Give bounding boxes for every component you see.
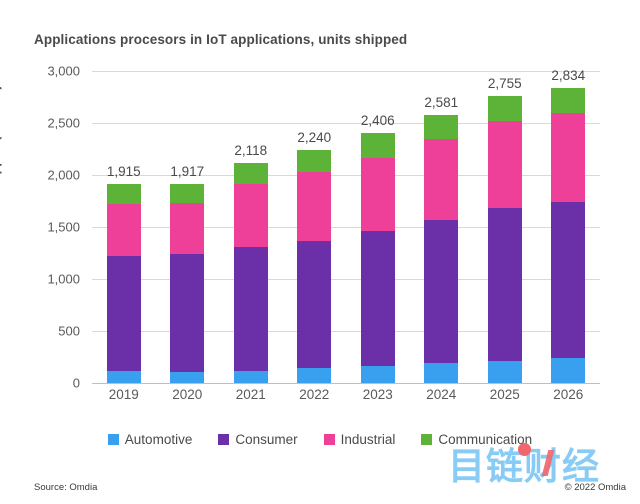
- gridline: [92, 383, 600, 384]
- x-axis-tick-label: 2022: [299, 387, 330, 402]
- legend-label: Communication: [438, 432, 533, 447]
- legend-swatch-icon: [107, 434, 119, 445]
- x-axis-tick-label: 2024: [426, 387, 457, 402]
- bar-total-label: 2,406: [360, 112, 395, 128]
- bar-segment-industrial[interactable]: [170, 203, 205, 254]
- bar-segment-consumer[interactable]: [297, 241, 332, 369]
- bar-total-label: 2,755: [487, 76, 522, 92]
- y-axis-tick-label: 0: [72, 375, 80, 391]
- x-axis-tick-label: 2025: [489, 387, 520, 402]
- x-axis-tick-label: 2020: [172, 387, 203, 402]
- chart-container: Applications procesors in IoT applicatio…: [0, 0, 640, 504]
- legend-label: Industrial: [340, 432, 396, 447]
- bar-segment-automotive[interactable]: [106, 370, 141, 383]
- bar-segment-industrial[interactable]: [360, 157, 395, 231]
- bar-segment-automotive[interactable]: [233, 371, 268, 383]
- legend-swatch-icon: [218, 434, 230, 445]
- x-axis-tick-label: 2021: [235, 387, 266, 402]
- source-note: Source: Omdia: [34, 482, 98, 493]
- copyright-note: © 2022 Omdia: [564, 482, 626, 493]
- y-axis-tick-label: 3,000: [47, 63, 80, 79]
- stacked-bar[interactable]: [487, 96, 522, 383]
- bar-column[interactable]: 2,406 2023: [346, 71, 410, 402]
- legend-label: Consumer: [235, 432, 298, 447]
- bar-segment-consumer[interactable]: [487, 208, 522, 361]
- bar-segment-industrial[interactable]: [233, 183, 268, 248]
- bar-segment-communication[interactable]: [551, 88, 586, 114]
- bar-segment-consumer[interactable]: [551, 202, 586, 359]
- bar-total-label: 2,581: [424, 94, 459, 110]
- bar-segment-consumer[interactable]: [360, 230, 395, 366]
- bar-series-group: 1,915 2019 1,917 2020 2,118 2021 2,240 2022 2,40…: [92, 68, 601, 402]
- x-axis-tick-label: 2019: [108, 387, 139, 402]
- bar-segment-consumer[interactable]: [424, 220, 459, 364]
- stacked-bar[interactable]: [170, 183, 205, 383]
- chart-title: Applications procesors in IoT applicatio…: [34, 32, 408, 47]
- stacked-bar[interactable]: [551, 88, 586, 383]
- stacked-bar[interactable]: [233, 162, 268, 383]
- bar-segment-automotive[interactable]: [360, 365, 395, 383]
- bar-segment-communication[interactable]: [360, 132, 395, 158]
- bar-segment-automotive[interactable]: [170, 371, 205, 383]
- bar-column[interactable]: 2,118 2021: [219, 71, 283, 402]
- legend-swatch-icon: [323, 434, 335, 445]
- bar-segment-automotive[interactable]: [297, 368, 332, 383]
- bar-total-label: 1,915: [106, 163, 141, 179]
- plot-area: 0 500 1,000 1,500 2,000 2,500 3,000 1,915 2019 1…: [47, 64, 601, 402]
- bar-segment-communication[interactable]: [487, 96, 522, 121]
- bar-segment-communication[interactable]: [297, 150, 332, 173]
- bar-column[interactable]: 1,917 2020: [156, 71, 220, 402]
- bar-segment-communication[interactable]: [170, 183, 205, 204]
- bar-segment-industrial[interactable]: [551, 113, 586, 203]
- y-axis-tick-label: 2,000: [47, 167, 80, 183]
- bar-total-label: 1,917: [170, 163, 205, 179]
- stacked-bar[interactable]: [360, 132, 395, 383]
- bar-segment-industrial[interactable]: [106, 204, 141, 256]
- y-axis-tick-label: 1,000: [47, 271, 80, 287]
- x-axis-tick-label: 2023: [362, 387, 393, 402]
- bar-segment-automotive[interactable]: [424, 363, 459, 383]
- bar-segment-industrial[interactable]: [487, 120, 522, 209]
- bar-total-label: 2,834: [551, 68, 586, 84]
- y-axis-title: Units shipped (millions): [0, 85, 2, 227]
- bar-segment-communication[interactable]: [424, 114, 459, 139]
- bar-segment-communication[interactable]: [233, 162, 268, 184]
- legend-item-consumer[interactable]: Consumer: [218, 432, 298, 447]
- bar-segment-communication[interactable]: [106, 183, 141, 205]
- legend-label: Automotive: [124, 432, 193, 447]
- bar-column[interactable]: 2,581 2024: [410, 71, 474, 402]
- bar-segment-consumer[interactable]: [170, 253, 205, 372]
- x-axis-tick-label: 2026: [553, 387, 584, 402]
- stacked-bar[interactable]: [297, 150, 332, 383]
- bar-column[interactable]: 2,240 2022: [283, 71, 347, 402]
- bar-segment-automotive[interactable]: [487, 360, 522, 383]
- bar-segment-consumer[interactable]: [106, 255, 141, 371]
- legend-swatch-icon: [421, 434, 433, 445]
- y-axis-tick-label: 2,500: [47, 115, 80, 131]
- stacked-bar[interactable]: [424, 114, 459, 383]
- chart-legend: Automotive Consumer Industrial Communicatio…: [0, 432, 640, 447]
- bar-column[interactable]: 2,755 2025: [473, 71, 537, 402]
- bar-segment-industrial[interactable]: [424, 138, 459, 221]
- bar-column[interactable]: 2,834 2026: [537, 68, 601, 402]
- watermark-slash-accent: [541, 450, 555, 476]
- legend-item-communication[interactable]: Communication: [421, 432, 532, 447]
- bar-segment-consumer[interactable]: [233, 247, 268, 372]
- bar-column[interactable]: 1,915 2019: [92, 71, 156, 402]
- bar-segment-automotive[interactable]: [551, 358, 586, 383]
- bar-total-label: 2,240: [297, 130, 332, 146]
- y-axis-tick-label: 500: [58, 323, 80, 339]
- y-axis-tick-label: 1,500: [47, 219, 80, 235]
- legend-item-automotive[interactable]: Automotive: [107, 432, 193, 447]
- bar-total-label: 2,118: [234, 142, 268, 158]
- stacked-bar[interactable]: [106, 183, 141, 383]
- bar-segment-industrial[interactable]: [297, 172, 332, 242]
- legend-item-industrial[interactable]: Industrial: [323, 432, 396, 447]
